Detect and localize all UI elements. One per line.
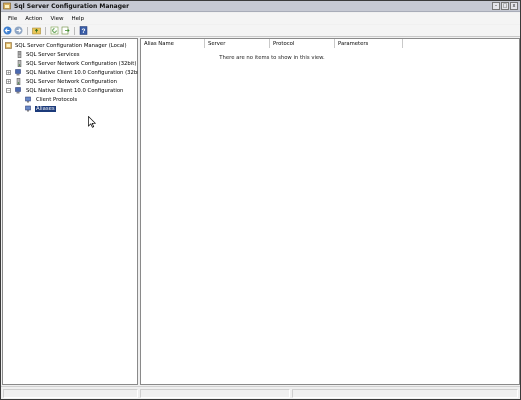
network-config-icon [15,78,22,85]
back-button[interactable] [3,26,12,35]
status-bar-panel [292,389,518,398]
status-bar [1,386,520,399]
sql-config-manager-icon [5,42,12,49]
up-folder-button[interactable] [32,26,41,35]
sql-config-manager-icon [3,2,12,11]
tree-item-label: SQL Server Network Configuration [26,78,117,85]
close-icon: x [512,2,516,9]
up-folder-icon [32,27,41,35]
tree-item-network-config-32bit[interactable]: SQL Server Network Configuration (32bit) [3,59,137,68]
tree-item-label: SQL Native Client 10.0 Configuration (32… [26,69,143,76]
tree-item-label-selected: Aliases [35,105,56,112]
tree-item-native-client[interactable]: − SQL Native Client 10.0 Configuration [3,86,137,95]
minimize-icon: – [494,2,498,9]
toolbar: ? [1,25,520,37]
column-header-server[interactable]: Server [205,39,270,48]
svg-text:?: ? [82,28,86,35]
list-header: Alias Name Server Protocol Parameters [141,39,403,48]
export-icon [61,26,70,35]
export-button[interactable] [61,26,70,35]
title-bar[interactable]: Sql Server Configuration Manager – □ x [1,1,520,12]
navigation-tree: SQL Server Configuration Manager (Local)… [3,41,143,113]
mouse-cursor-icon [88,116,96,128]
collapse-icon[interactable]: − [6,88,11,93]
menu-bar: File Action View Help [1,13,520,24]
toolbar-separator [74,26,75,35]
tree-item-label: SQL Server Services [26,51,80,58]
maximize-button[interactable]: □ [501,2,509,10]
tree-item-network-config[interactable]: + SQL Server Network Configuration [3,77,137,86]
status-bar-panel [3,389,138,398]
forward-icon [14,26,23,35]
menu-file[interactable]: File [4,16,21,22]
menu-help[interactable]: Help [68,16,89,22]
app-window: Sql Server Configuration Manager – □ x F… [0,0,521,400]
expand-icon[interactable]: + [6,79,11,84]
menu-action[interactable]: Action [21,16,46,22]
help-button[interactable]: ? [79,26,88,35]
aliases-icon [25,105,32,112]
minimize-button[interactable]: – [492,2,500,10]
toolbar-separator [27,26,28,35]
client-protocols-icon [25,96,32,103]
tree-item-label: SQL Native Client 10.0 Configuration [26,87,124,94]
tree-root-label: SQL Server Configuration Manager (Local) [15,42,127,49]
status-bar-panel [140,389,290,398]
window-title: Sql Server Configuration Manager [14,2,130,10]
native-client-icon [15,87,22,94]
tree-item-label: Client Protocols [36,96,78,103]
close-button[interactable]: x [510,2,518,10]
column-header-alias-name[interactable]: Alias Name [141,39,205,48]
network-config-icon [16,60,23,67]
tree-item-client-protocols[interactable]: Client Protocols [3,95,137,104]
empty-list-message: There are no items to show in this view. [219,55,325,61]
column-header-protocol[interactable]: Protocol [270,39,335,48]
tree-item-sql-server-services[interactable]: SQL Server Services [3,50,137,59]
back-icon [3,26,12,35]
forward-button[interactable] [14,26,23,35]
refresh-icon [50,26,59,35]
tree-item-label: SQL Server Network Configuration (32bit) [26,60,137,67]
column-header-parameters[interactable]: Parameters [335,39,403,48]
server-services-icon [16,51,23,58]
expand-icon[interactable]: + [6,70,11,75]
toolbar-separator [45,26,46,35]
details-list-pane[interactable]: Alias Name Server Protocol Parameters Th… [140,38,520,385]
native-client-icon [15,69,22,76]
tree-item-native-client-32bit[interactable]: + SQL Native Client 10.0 Configuration (… [3,68,143,77]
tree-root[interactable]: SQL Server Configuration Manager (Local) [3,41,137,50]
refresh-button[interactable] [50,26,59,35]
tree-item-aliases[interactable]: Aliases [3,104,137,113]
navigation-tree-pane[interactable]: SQL Server Configuration Manager (Local)… [2,38,143,385]
maximize-icon: □ [502,2,508,9]
menu-view[interactable]: View [46,16,67,22]
help-icon: ? [79,26,88,35]
